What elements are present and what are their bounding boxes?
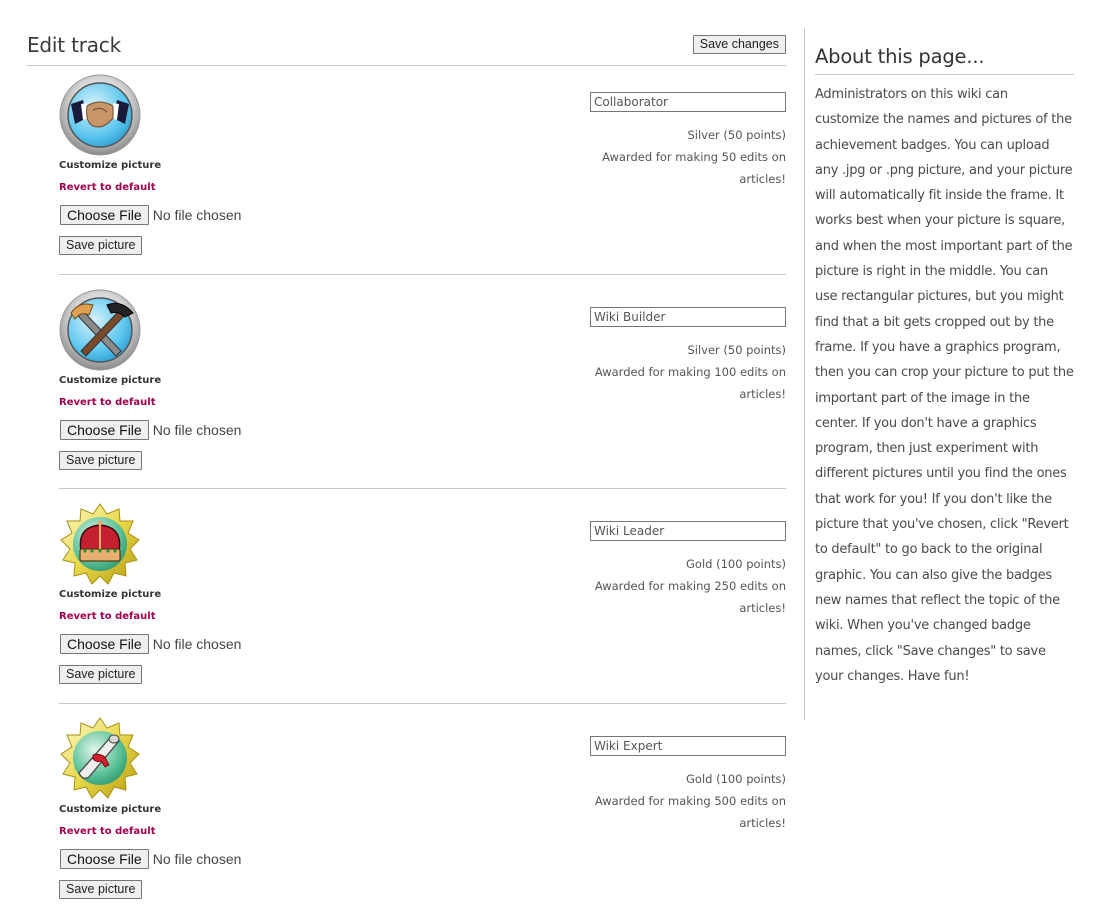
choose-file-button[interactable]: Choose File — [60, 205, 149, 225]
sidebar-title: About this page... — [815, 45, 1074, 75]
badge-meta: Gold (100 points) Awarded for making 250… — [556, 553, 786, 619]
badge-row: Customize picture Revert to default Choo… — [59, 488, 786, 703]
badge-meta: Gold (100 points) Awarded for making 500… — [556, 768, 786, 834]
revert-to-default-link[interactable]: Revert to default — [59, 182, 155, 193]
customize-picture-label: Customize picture — [59, 375, 162, 386]
about-sidebar: About this page... Administrators on thi… — [815, 45, 1074, 689]
hammer-badge-icon — [59, 289, 141, 371]
file-status: No file chosen — [152, 207, 242, 223]
badge-level: Silver (50 points) — [687, 343, 786, 357]
choose-file-button[interactable]: Choose File — [60, 634, 149, 654]
badge-description: Awarded for making 50 edits on articles! — [602, 150, 786, 186]
badge-meta: Silver (50 points) Awarded for making 50… — [556, 124, 786, 190]
save-picture-button[interactable]: Save picture — [59, 451, 143, 470]
badge-meta: Silver (50 points) Awarded for making 10… — [556, 339, 786, 405]
badge-level: Silver (50 points) — [687, 128, 786, 142]
file-input[interactable]: Choose File No file chosen — [60, 849, 241, 869]
sidebar-divider — [804, 28, 805, 720]
badge-level: Gold (100 points) — [686, 557, 786, 571]
save-picture-button[interactable]: Save picture — [59, 880, 143, 899]
save-picture-button[interactable]: Save picture — [59, 665, 143, 684]
badge-description: Awarded for making 500 edits on articles… — [594, 794, 786, 830]
file-status: No file chosen — [152, 636, 242, 652]
file-status: No file chosen — [152, 422, 242, 438]
badge-row: Customize picture Revert to default Choo… — [59, 74, 786, 288]
crown-badge-icon — [60, 503, 140, 585]
save-changes-button[interactable]: Save changes — [692, 35, 786, 54]
badge-name-input[interactable] — [590, 736, 786, 756]
choose-file-button[interactable]: Choose File — [60, 849, 149, 869]
save-picture-button[interactable]: Save picture — [59, 236, 143, 255]
badge-level: Gold (100 points) — [686, 772, 786, 786]
edit-track-panel: Edit track Save changes Customize pictur… — [27, 28, 786, 899]
badge-name-input[interactable] — [590, 307, 786, 327]
sidebar-text: Administrators on this wiki can customiz… — [815, 87, 1074, 684]
badge-description: Awarded for making 250 edits on articles… — [594, 579, 786, 615]
file-input[interactable]: Choose File No file chosen — [60, 205, 241, 225]
badge-name-input[interactable] — [590, 521, 786, 541]
revert-to-default-link[interactable]: Revert to default — [59, 397, 155, 408]
revert-to-default-link[interactable]: Revert to default — [59, 826, 155, 837]
handshake-badge-icon — [59, 74, 141, 156]
badge-row: Customize picture Revert to default Choo… — [59, 274, 786, 489]
choose-file-button[interactable]: Choose File — [60, 420, 149, 440]
file-input[interactable]: Choose File No file chosen — [60, 634, 241, 654]
file-input[interactable]: Choose File No file chosen — [60, 420, 241, 440]
scroll-badge-icon — [60, 717, 140, 799]
file-status: No file chosen — [152, 851, 242, 867]
revert-to-default-link[interactable]: Revert to default — [59, 611, 155, 622]
customize-picture-label: Customize picture — [59, 589, 162, 600]
page-title: Edit track — [27, 33, 121, 57]
badge-name-input[interactable] — [590, 92, 786, 112]
badge-row: Customize picture Revert to default Choo… — [59, 703, 786, 918]
customize-picture-label: Customize picture — [59, 160, 162, 171]
customize-picture-label: Customize picture — [59, 804, 162, 815]
page-header: Edit track Save changes — [27, 28, 786, 66]
badge-description: Awarded for making 100 edits on articles… — [594, 365, 786, 401]
